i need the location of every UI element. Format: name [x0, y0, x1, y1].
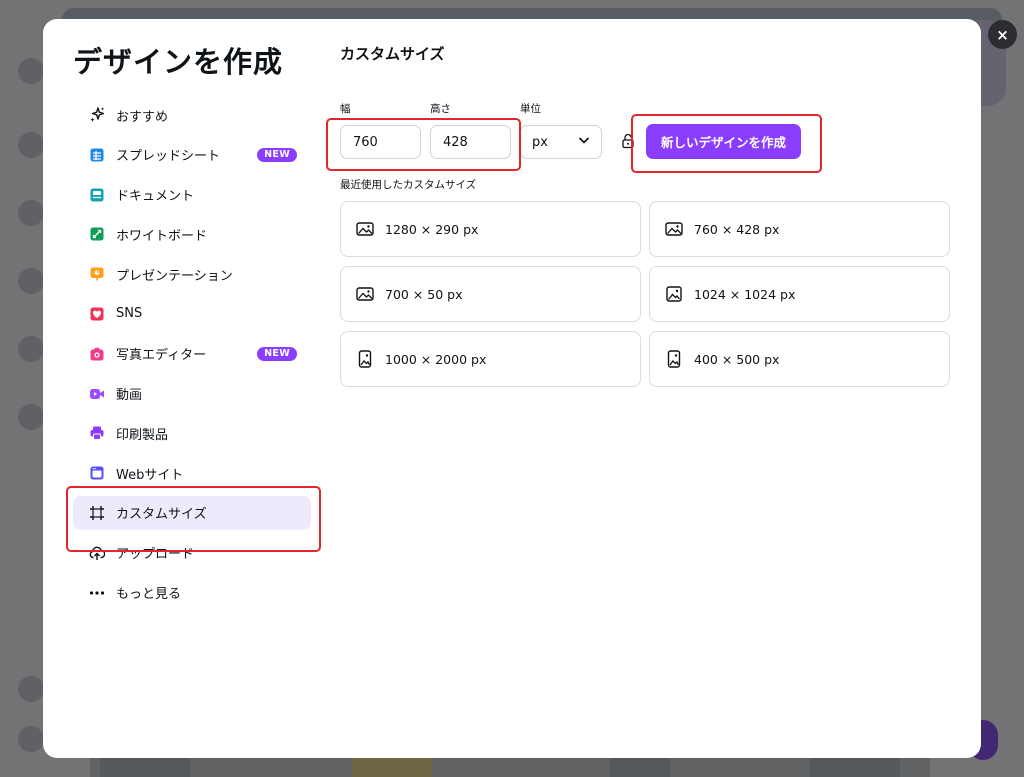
- dialog-title: デザインを作成: [73, 45, 284, 79]
- height-label: 高さ: [430, 103, 451, 115]
- recent-sizes-label: 最近使用したカスタムサイズ: [340, 179, 477, 191]
- sidebar-item-website[interactable]: Webサイト: [73, 456, 311, 490]
- sidebar-item-label: SNS: [116, 306, 143, 322]
- sidebar-item-label: スプレッドシート: [116, 149, 221, 165]
- sidebar-item-photo-editor[interactable]: 写真エディター NEW: [73, 337, 311, 371]
- sidebar-item-label: もっと見る: [116, 587, 182, 603]
- sidebar-item-presentation[interactable]: プレゼンテーション: [73, 257, 311, 291]
- sidebar-item-label: 写真エディター: [116, 348, 207, 364]
- sidebar-item-spreadsheet[interactable]: スプレッドシート NEW: [73, 138, 311, 172]
- sidebar-item-label: 動画: [116, 388, 143, 404]
- sidebar-item-label: ドキュメント: [116, 189, 195, 205]
- recent-size-card[interactable]: 760 × 428 px: [649, 201, 950, 257]
- sidebar-item-video[interactable]: 動画: [73, 377, 311, 411]
- whiteboard-icon: [89, 226, 105, 242]
- landscape-image-icon: [356, 220, 374, 238]
- square-image-icon: [665, 285, 683, 303]
- sidebar-item-label: カスタムサイズ: [116, 507, 207, 523]
- recent-size-card[interactable]: 1024 × 1024 px: [649, 266, 950, 322]
- close-button[interactable]: ×: [988, 20, 1017, 49]
- lock-aspect-ratio-icon[interactable]: [622, 133, 634, 149]
- sidebar-item-whiteboard[interactable]: ホワイトボード: [73, 217, 311, 251]
- unit-label: 単位: [520, 103, 541, 115]
- video-icon: [89, 386, 105, 402]
- recent-size-label: 1024 × 1024 px: [694, 286, 796, 302]
- portrait-image-icon: [356, 350, 374, 368]
- recent-size-label: 760 × 428 px: [694, 221, 780, 237]
- new-badge: NEW: [257, 147, 297, 162]
- width-input[interactable]: [340, 125, 421, 159]
- recent-size-card[interactable]: 1000 × 2000 px: [340, 331, 641, 387]
- new-badge: NEW: [257, 346, 297, 361]
- sidebar-item-label: プレゼンテーション: [116, 268, 233, 284]
- width-label: 幅: [340, 103, 351, 115]
- chevron-down-icon: [577, 133, 591, 151]
- sidebar-item-print[interactable]: 印刷製品: [73, 416, 311, 450]
- spreadsheet-icon: [89, 147, 105, 163]
- recent-size-label: 1280 × 290 px: [385, 221, 479, 237]
- sidebar-item-more[interactable]: もっと見る: [73, 576, 311, 610]
- website-icon: [89, 465, 105, 481]
- sidebar-item-label: おすすめ: [116, 109, 169, 125]
- landscape-image-icon: [665, 220, 683, 238]
- landscape-image-icon: [356, 285, 374, 303]
- create-new-design-button[interactable]: 新しいデザインを作成: [646, 124, 801, 159]
- sidebar-item-label: 印刷製品: [116, 427, 169, 443]
- sidebar-item-upload[interactable]: アップロード: [73, 536, 311, 570]
- recent-size-label: 1000 × 2000 px: [385, 351, 487, 367]
- printer-icon: [89, 425, 105, 441]
- close-icon: ×: [996, 25, 1009, 44]
- sidebar-item-label: ホワイトボード: [116, 228, 208, 244]
- unit-select-value: px: [532, 134, 548, 150]
- section-title: カスタムサイズ: [340, 45, 445, 63]
- camera-icon: [89, 346, 105, 362]
- design-type-sidebar: おすすめ スプレッドシート NEW ドキュメント ホワイトボード プレゼンテーシ…: [73, 98, 311, 615]
- recent-size-card[interactable]: 700 × 50 px: [340, 266, 641, 322]
- recent-size-label: 400 × 500 px: [694, 351, 780, 367]
- custom-size-icon: [89, 505, 105, 521]
- sidebar-item-label: アップロード: [116, 547, 195, 563]
- create-design-dialog: デザインを作成 おすすめ スプレッドシート NEW ドキュメント ホワイトボード…: [43, 19, 981, 758]
- upload-icon: [89, 545, 105, 561]
- sidebar-item-recommended[interactable]: おすすめ: [73, 98, 311, 132]
- height-input[interactable]: [430, 125, 511, 159]
- unit-select[interactable]: px: [520, 125, 602, 159]
- sparkle-icon: [89, 107, 105, 123]
- more-icon: [89, 585, 105, 601]
- portrait-image-icon: [665, 350, 683, 368]
- document-icon: [89, 187, 105, 203]
- sidebar-item-label: Webサイト: [116, 467, 184, 483]
- sidebar-item-document[interactable]: ドキュメント: [73, 178, 311, 212]
- recent-size-card[interactable]: 1280 × 290 px: [340, 201, 641, 257]
- sidebar-item-custom-size[interactable]: カスタムサイズ: [73, 495, 311, 530]
- sidebar-item-sns[interactable]: SNS: [73, 297, 311, 331]
- recent-size-label: 700 × 50 px: [385, 286, 463, 302]
- recent-size-card[interactable]: 400 × 500 px: [649, 331, 950, 387]
- presentation-icon: [89, 266, 105, 282]
- heart-icon: [89, 306, 105, 322]
